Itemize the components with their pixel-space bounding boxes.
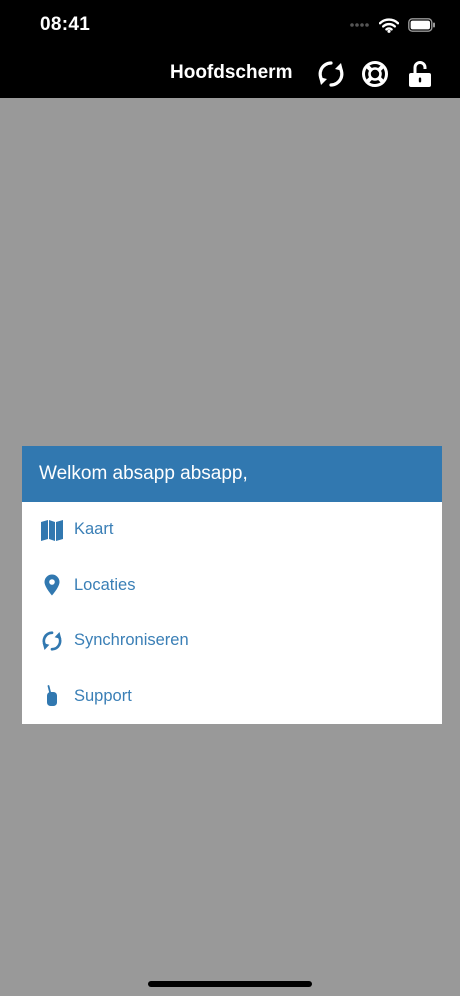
menu-item-synchroniseren[interactable]: Synchroniseren	[22, 613, 442, 669]
home-indicator[interactable]	[148, 981, 312, 987]
lifebuoy-icon	[359, 58, 391, 90]
menu-item-support[interactable]: Support	[22, 669, 442, 725]
battery-icon	[408, 18, 436, 32]
status-indicators	[350, 14, 436, 36]
sync-button[interactable]	[315, 58, 347, 90]
signal-icon	[350, 22, 370, 28]
sync-icon	[39, 628, 65, 654]
map-icon	[39, 517, 65, 543]
sync-icon	[315, 58, 347, 90]
menu-item-locaties[interactable]: Locaties	[22, 558, 442, 614]
help-button[interactable]	[359, 58, 391, 90]
menu-item-kaart[interactable]: Kaart	[22, 502, 442, 558]
welcome-dialog: Welkom absapp absapp, Kaart Locaties Syn…	[22, 446, 442, 724]
menu-item-label: Locaties	[74, 575, 136, 594]
menu-item-label: Kaart	[74, 520, 114, 539]
wifi-icon	[379, 17, 399, 33]
top-bar: 08:41 Hoofdscherm	[0, 0, 460, 98]
lock-button[interactable]	[404, 58, 436, 90]
menu-item-label: Support	[74, 686, 132, 705]
status-time: 08:41	[40, 14, 91, 35]
menu-item-label: Synchroniseren	[74, 631, 189, 650]
page-title: Hoofdscherm	[170, 62, 293, 83]
location-pin-icon	[39, 572, 65, 598]
phone-icon	[39, 683, 65, 709]
welcome-message: Welkom absapp absapp,	[22, 446, 442, 502]
unlock-icon	[404, 58, 436, 90]
